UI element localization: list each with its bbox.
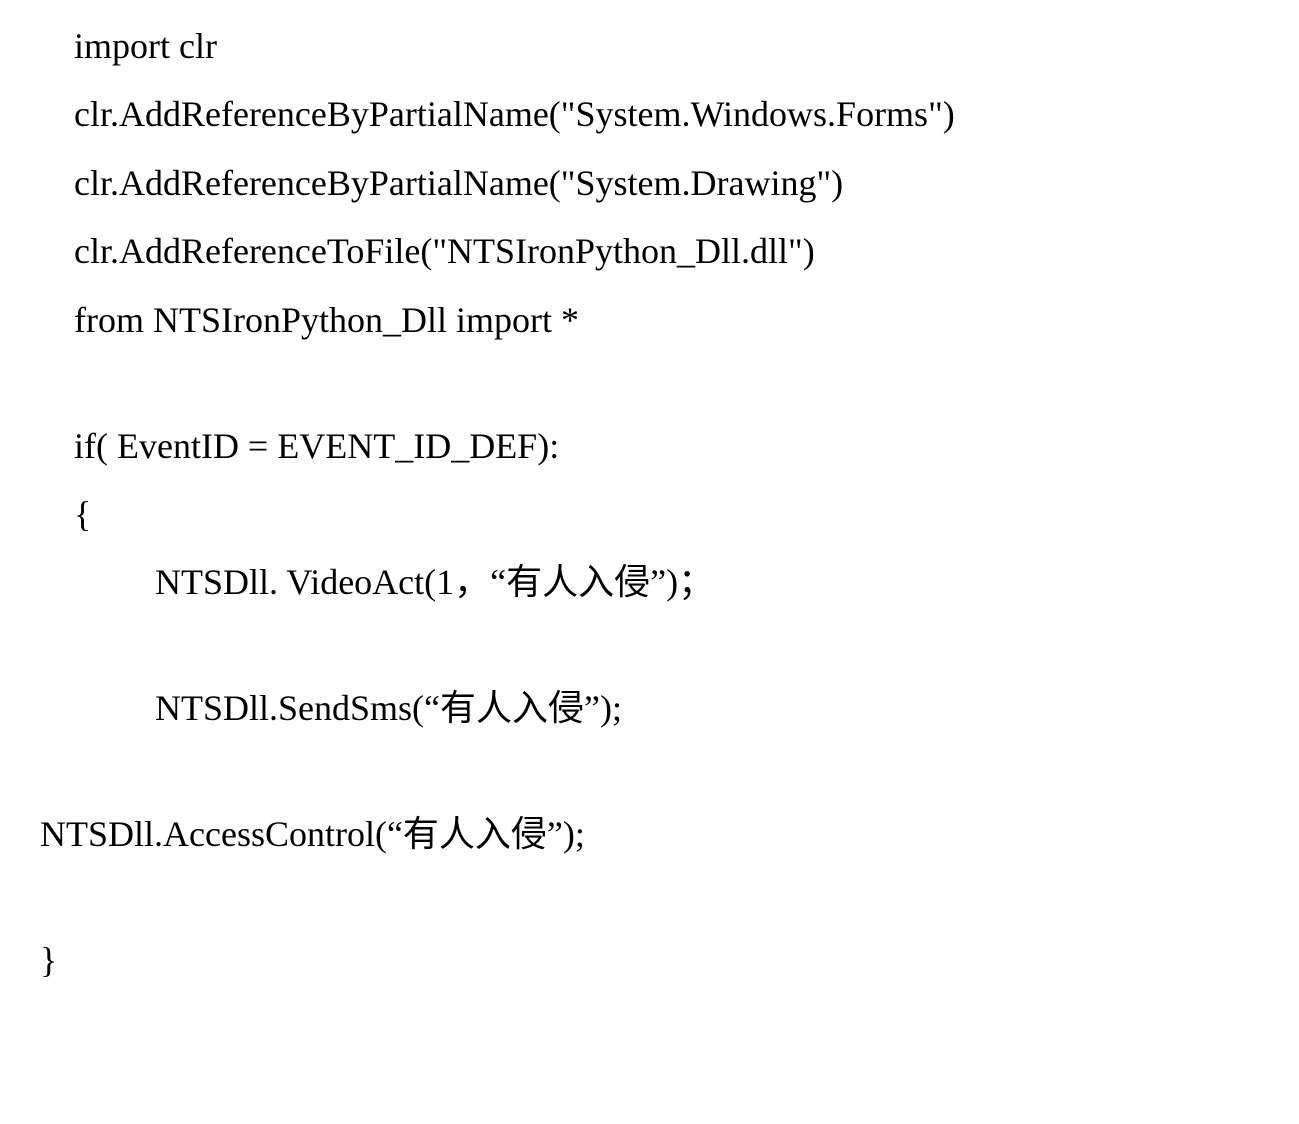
code-line: { (40, 480, 1299, 548)
code-line: NTSDll.AccessControl(“有人入侵”); (40, 800, 1299, 868)
blank-line (40, 743, 1299, 801)
code-line: NTSDll. VideoAct(1，“有人入侵”)； (40, 548, 1299, 616)
code-line: clr.AddReferenceByPartialName("System.Dr… (40, 149, 1299, 217)
blank-line (40, 354, 1299, 412)
code-line: from NTSIronPython_Dll import * (40, 286, 1299, 354)
blank-line (40, 869, 1299, 927)
code-line: } (40, 926, 1299, 994)
code-line: NTSDll.SendSms(“有人入侵”); (40, 674, 1299, 742)
code-line: import clr (40, 12, 1299, 80)
code-line: if( EventID = EVENT_ID_DEF): (40, 412, 1299, 480)
code-document: import clr clr.AddReferenceByPartialName… (0, 0, 1299, 995)
blank-line (40, 617, 1299, 675)
code-line: clr.AddReferenceByPartialName("System.Wi… (40, 80, 1299, 148)
code-line: clr.AddReferenceToFile("NTSIronPython_Dl… (40, 217, 1299, 285)
